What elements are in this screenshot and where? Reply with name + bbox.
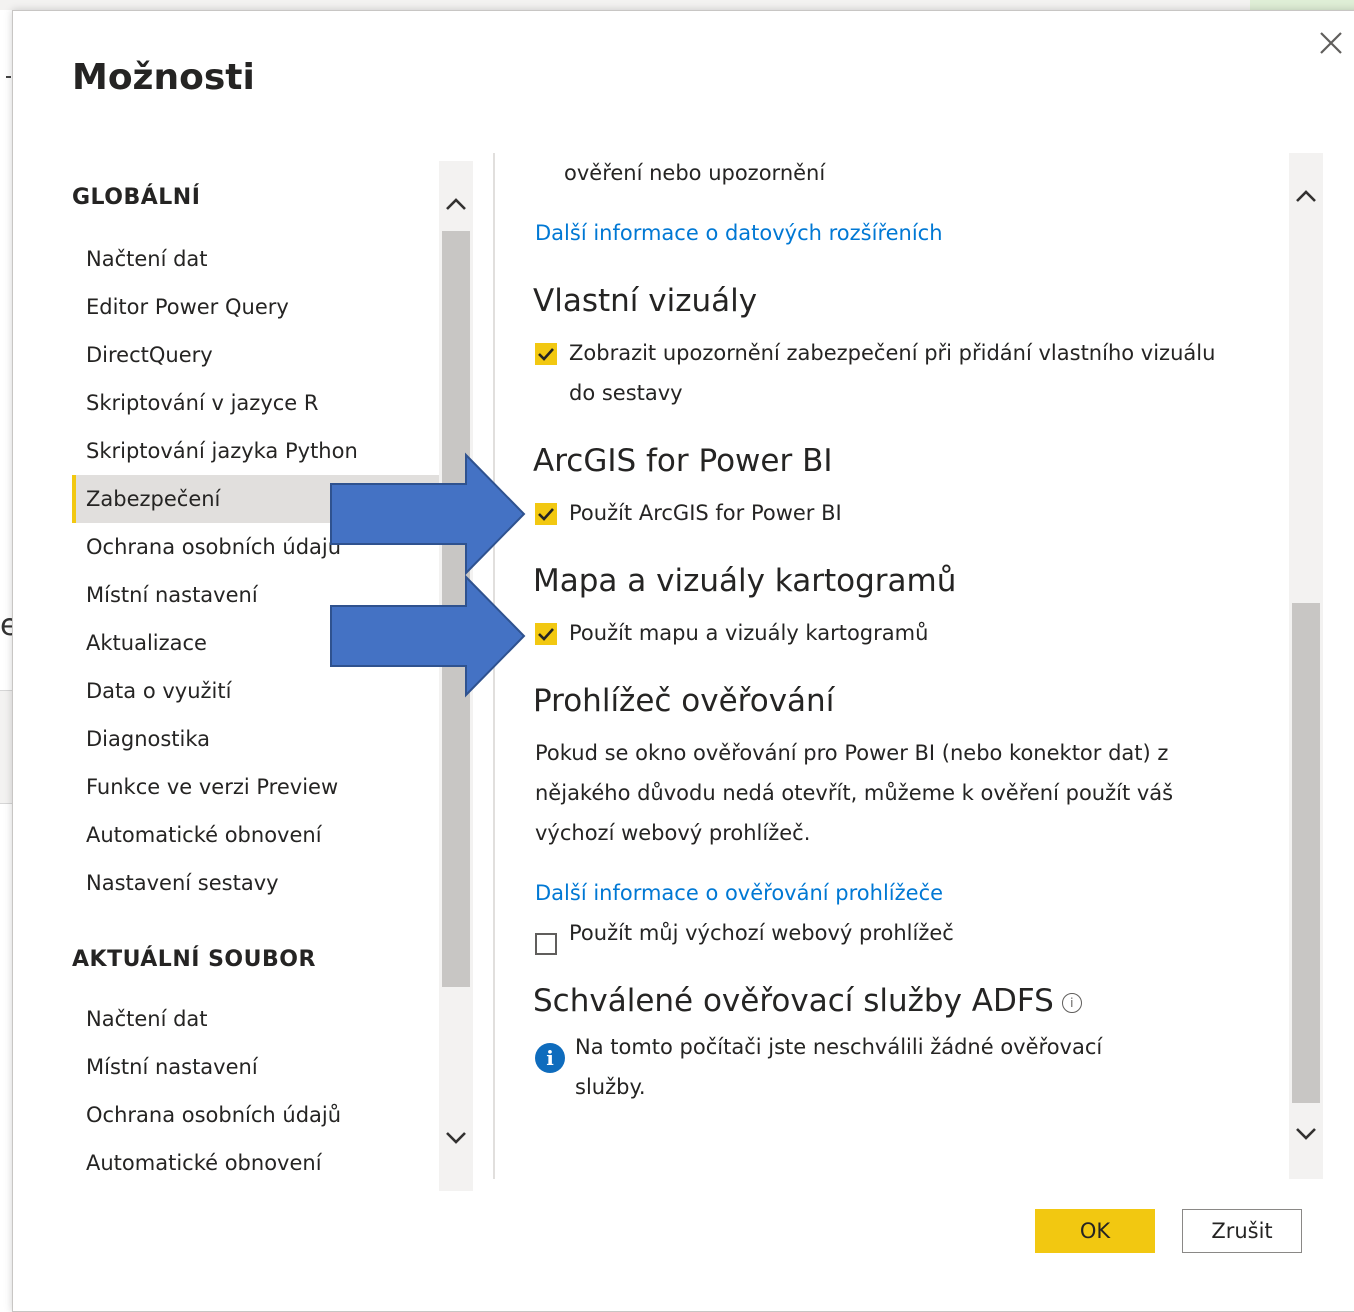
nav-item-data-load[interactable]: Načtení dat [72, 235, 439, 283]
default-browser-checkbox[interactable] [535, 933, 557, 955]
maps-checkbox[interactable] [535, 623, 557, 645]
auth-browser-description-1: Pokud se okno ověřování pro Power BI (ne… [535, 741, 1169, 765]
annotation-arrow-icon [330, 574, 526, 698]
maps-heading: Mapa a vizuály kartogramů [533, 563, 957, 599]
chevron-up-icon [1296, 190, 1316, 202]
ok-button[interactable]: OK [1035, 1209, 1155, 1253]
options-dialog: Možnosti GLOBÁLNÍ Načtení dat Editor Pow… [12, 10, 1354, 1312]
nav-scroll-down-button[interactable] [439, 1121, 473, 1155]
checkmark-icon [538, 508, 554, 521]
nav-scroll-up-button[interactable] [439, 187, 473, 221]
chevron-down-icon [446, 1132, 466, 1144]
adfs-info-text-2: služby. [575, 1075, 646, 1099]
auth-browser-description-2: nějakého důvodu nedá otevřít, můžeme k o… [535, 781, 1174, 805]
adfs-heading: Schválené ověřovací služby ADFS i [533, 983, 1082, 1019]
data-extensions-text-tail: ověření nebo upozornění [564, 161, 826, 185]
default-browser-checkbox-label: Použít můj výchozí webový prohlížeč [569, 921, 954, 945]
custom-visuals-warning-label-cont: do sestavy [569, 381, 683, 405]
custom-visuals-heading: Vlastní vizuály [533, 283, 758, 319]
arcgis-checkbox[interactable] [535, 503, 557, 525]
checkmark-icon [538, 628, 554, 641]
chevron-up-icon [446, 198, 466, 210]
nav-item-directquery[interactable]: DirectQuery [72, 331, 439, 379]
content-scroll-thumb[interactable] [1292, 603, 1320, 1103]
background-fragment [6, 76, 11, 78]
nav-header-current-file: AKTUÁLNÍ SOUBOR [72, 947, 316, 972]
nav-header-global: GLOBÁLNÍ [72, 185, 201, 210]
close-button[interactable] [1313, 25, 1349, 61]
arcgis-heading: ArcGIS for Power BI [533, 443, 833, 479]
auth-browser-heading: Prohlížeč ověřování [533, 683, 835, 719]
nav-item-power-query-editor[interactable]: Editor Power Query [72, 283, 439, 331]
content-scroll-up-button[interactable] [1289, 179, 1323, 213]
nav-item-report-settings[interactable]: Nastavení sestavy [72, 859, 439, 907]
background-window [0, 0, 1354, 10]
background-panel-fragment [0, 690, 12, 804]
chevron-down-icon [1296, 1128, 1316, 1140]
checkmark-icon [538, 348, 554, 361]
custom-visuals-warning-checkbox[interactable] [535, 343, 557, 365]
nav-item-current-data-load[interactable]: Načtení dat [72, 995, 439, 1043]
dialog-title: Možnosti [72, 57, 255, 98]
nav-item-current-privacy[interactable]: Ochrana osobních údajů [72, 1091, 439, 1139]
arcgis-checkbox-label: Použít ArcGIS for Power BI [569, 501, 842, 525]
maps-checkbox-label: Použít mapu a vizuály kartogramů [569, 621, 929, 645]
nav-item-auto-recovery[interactable]: Automatické obnovení [72, 811, 439, 859]
auth-browser-info-link[interactable]: Další informace o ověřování prohlížeče [535, 881, 943, 905]
adfs-info-text-1: Na tomto počítači jste neschválili žádné… [575, 1035, 1103, 1059]
nav-item-current-regional-settings[interactable]: Místní nastavení [72, 1043, 439, 1091]
content-scroll-down-button[interactable] [1289, 1117, 1323, 1151]
cancel-button[interactable]: Zrušit [1182, 1209, 1302, 1253]
content-scrollbar[interactable] [1289, 153, 1323, 1179]
close-icon [1320, 32, 1342, 54]
auth-browser-description-3: výchozí webový prohlížeč. [535, 821, 811, 845]
nav-item-r-scripting[interactable]: Skriptování v jazyce R [72, 379, 439, 427]
data-extensions-info-link[interactable]: Další informace o datových rozšířeních [535, 221, 943, 245]
info-icon: i [535, 1043, 565, 1073]
custom-visuals-warning-label: Zobrazit upozornění zabezpečení při přid… [569, 341, 1216, 365]
adfs-heading-text: Schválené ověřovací služby ADFS [533, 983, 1054, 1019]
info-icon[interactable]: i [1061, 992, 1082, 1013]
nav-item-current-auto-recovery[interactable]: Automatické obnovení [72, 1139, 439, 1187]
security-settings-panel: ověření nebo upozornění Další informace … [533, 151, 1293, 1171]
nav-item-preview-features[interactable]: Funkce ve verzi Preview [72, 763, 439, 811]
